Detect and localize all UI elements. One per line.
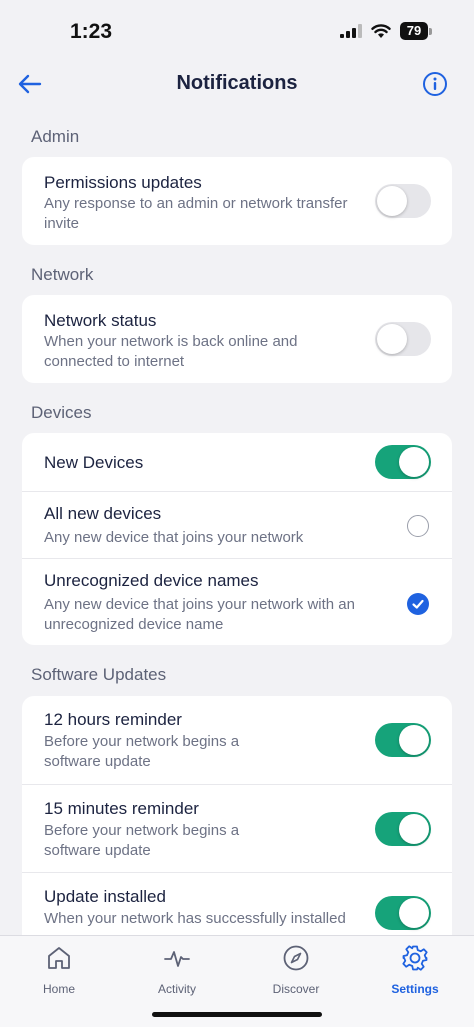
- unrecognized-device-names-title: Unrecognized device names: [44, 571, 259, 590]
- admin-card: Permissions updates Any response to an a…: [22, 157, 452, 245]
- tab-settings[interactable]: Settings: [370, 944, 460, 996]
- twelve-hours-reminder-description: Before your network begins a software up…: [44, 733, 240, 770]
- unrecognized-device-names-row[interactable]: Unrecognized device names Any new device…: [22, 558, 452, 645]
- all-new-devices-radio[interactable]: [407, 515, 429, 537]
- battery-level: 79: [400, 22, 428, 40]
- twelve-hours-reminder-toggle[interactable]: [375, 723, 431, 757]
- toggle-knob: [377, 324, 407, 354]
- tab-activity[interactable]: Activity: [132, 944, 222, 996]
- twelve-hours-reminder-row[interactable]: 12 hours reminder Before your network be…: [22, 696, 452, 784]
- new-devices-row[interactable]: New Devices: [22, 433, 452, 491]
- all-new-devices-description: Any new device that joins your network: [44, 529, 304, 546]
- unrecognized-device-names-description: Any new device that joins your network w…: [44, 596, 355, 633]
- network-status-row[interactable]: Network status When your network is back…: [22, 295, 452, 383]
- home-icon: [48, 947, 70, 969]
- battery-nub: [429, 27, 432, 35]
- permissions-updates-toggle[interactable]: [375, 184, 431, 218]
- section-header-devices: Devices: [31, 403, 92, 422]
- compass-icon: [283, 945, 309, 971]
- fifteen-minutes-reminder-description: Before your network begins a software up…: [44, 822, 240, 859]
- toggle-knob: [377, 186, 407, 216]
- tab-home[interactable]: Home: [14, 944, 104, 996]
- battery-indicator: 79: [400, 22, 432, 40]
- info-icon: [423, 72, 447, 96]
- devices-card: New Devices All new devices Any new devi…: [22, 433, 452, 645]
- network-status-title: Network status: [44, 311, 157, 330]
- twelve-hours-reminder-title: 12 hours reminder: [44, 710, 182, 729]
- cellular-signal-icon: [340, 24, 362, 38]
- fifteen-minutes-reminder-row[interactable]: 15 minutes reminder Before your network …: [22, 784, 452, 872]
- status-time: 1:23: [70, 20, 113, 43]
- navigation-header: Notifications: [0, 62, 474, 106]
- permissions-updates-title: Permissions updates: [44, 173, 202, 192]
- software-updates-card: 12 hours reminder Before your network be…: [22, 696, 452, 976]
- toggle-knob: [399, 814, 429, 844]
- section-header-admin: Admin: [31, 127, 80, 146]
- info-button[interactable]: [422, 71, 448, 97]
- all-new-devices-title: All new devices: [44, 504, 162, 523]
- new-devices-toggle[interactable]: [375, 445, 431, 479]
- toggle-knob: [399, 725, 429, 755]
- network-card: Network status When your network is back…: [22, 295, 452, 383]
- permissions-updates-row[interactable]: Permissions updates Any response to an a…: [22, 157, 452, 245]
- permissions-updates-description: Any response to an admin or network tran…: [44, 195, 348, 232]
- wifi-icon: [371, 23, 391, 38]
- toggle-knob: [399, 898, 429, 928]
- update-installed-title: Update installed: [44, 887, 166, 906]
- tab-discover-label: Discover: [272, 982, 320, 996]
- tab-home-label: Home: [42, 982, 75, 996]
- status-icons: 79: [340, 22, 432, 40]
- tab-activity-label: Activity: [157, 982, 196, 996]
- activity-icon: [164, 951, 190, 967]
- gear-icon: [402, 945, 428, 971]
- toggle-knob: [399, 447, 429, 477]
- tab-settings-label: Settings: [391, 982, 439, 996]
- status-bar: 1:23 79: [0, 0, 474, 62]
- all-new-devices-row[interactable]: All new devices Any new device that join…: [22, 491, 452, 558]
- section-header-network: Network: [31, 265, 94, 284]
- update-installed-toggle[interactable]: [375, 896, 431, 930]
- tab-discover[interactable]: Discover: [251, 944, 341, 996]
- network-status-toggle[interactable]: [375, 322, 431, 356]
- update-installed-description: When your network has successfully insta…: [44, 910, 346, 927]
- fifteen-minutes-reminder-toggle[interactable]: [375, 812, 431, 846]
- checkmark-icon: [412, 599, 424, 609]
- home-indicator: [152, 1012, 322, 1017]
- section-header-software-updates: Software Updates: [31, 665, 167, 684]
- page-title: Notifications: [176, 72, 298, 94]
- fifteen-minutes-reminder-title: 15 minutes reminder: [44, 799, 199, 818]
- unrecognized-device-names-radio[interactable]: [407, 593, 429, 615]
- network-status-description: When your network is back online and con…: [44, 333, 298, 370]
- new-devices-title: New Devices: [44, 453, 144, 472]
